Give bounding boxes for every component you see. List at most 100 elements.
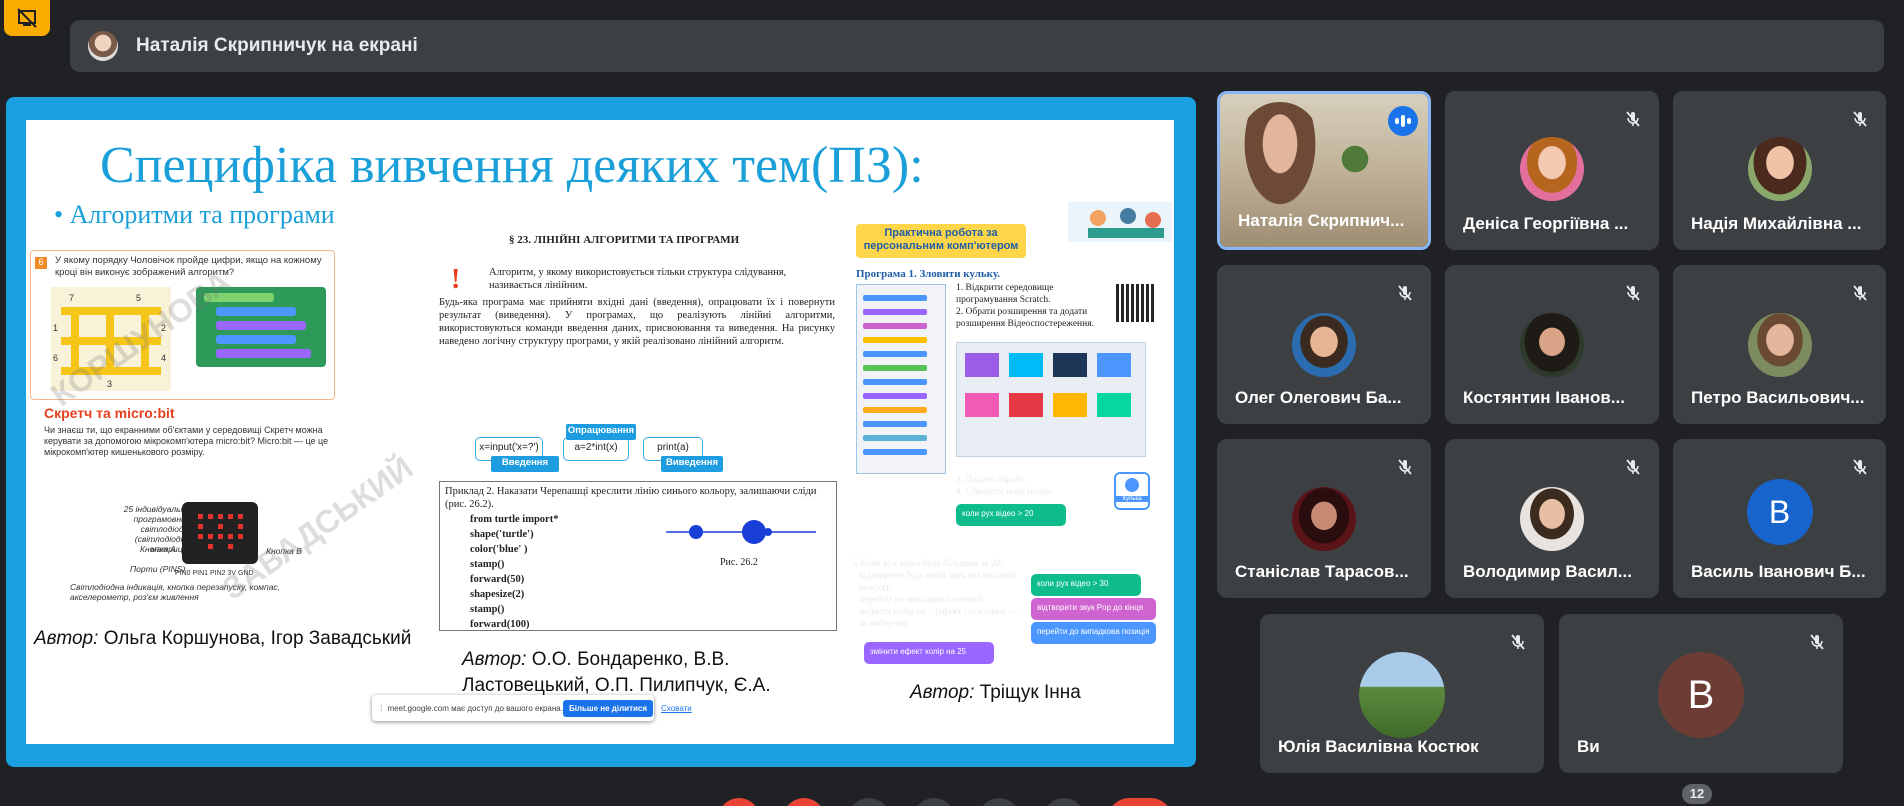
- code-line: shape('turtle'): [470, 529, 534, 540]
- textbook-page-2: § 23. ЛІНІЙНІ АЛГОРИТМИ ТА ПРОГРАМИ ! Ал…: [439, 234, 837, 631]
- participant-name: Олег Олегович Ба...: [1235, 388, 1402, 407]
- participant-name: Ви: [1577, 737, 1600, 756]
- participant-avatar: [1520, 313, 1584, 377]
- program-title: Програма 1. Зловити кульку.: [856, 268, 1001, 280]
- code-line: stamp(): [470, 604, 505, 615]
- participant-tile[interactable]: Станіслав Тарасов...: [1217, 439, 1431, 598]
- more-options-button[interactable]: [1043, 798, 1085, 806]
- practical-work-banner: Практична робота за персональним комп'ют…: [856, 224, 1026, 258]
- scratch-block-sound: відтворити звук Pop до кінця: [1031, 598, 1156, 620]
- mic-off-icon: [1619, 453, 1647, 481]
- flow-process-box: a=2*int(x): [563, 437, 629, 461]
- definition-text: Алгоритм, у якому використовується тільк…: [489, 267, 787, 291]
- scratch-screenshot: [856, 284, 946, 474]
- mic-off-icon: [1846, 453, 1874, 481]
- scratch-microbit-paragraph: Чи знаєш ти, що екранними об'єктами у се…: [44, 425, 329, 457]
- slide-bullet-text: Алгоритми та програми: [69, 200, 335, 229]
- button-a-label: Кнопка А: [140, 544, 176, 554]
- mic-off-icon: [1391, 453, 1419, 481]
- kids-illustration: [1068, 202, 1172, 242]
- participant-tile[interactable]: Юлія Василівна Костюк: [1260, 614, 1544, 773]
- code-line: forward(50): [470, 574, 525, 585]
- participant-tile[interactable]: Надія Михайлівна ...: [1673, 91, 1886, 250]
- steps-1-2: 1. Відкрити середовище програмування Scr…: [956, 283, 1094, 329]
- flow-input-tag: Введення: [491, 456, 559, 472]
- captions-button[interactable]: [848, 798, 890, 806]
- participant-name: Петро Васильович...: [1691, 388, 1865, 407]
- code-line: from turtle import*: [470, 514, 559, 525]
- qr-code: [1116, 284, 1154, 322]
- slide-title: Специфіка вивчення деяких тем(ПЗ):: [100, 137, 924, 194]
- participant-tile[interactable]: Петро Васильович...: [1673, 265, 1886, 424]
- participant-avatar: [1520, 137, 1584, 201]
- drag-handle-icon[interactable]: ⁞: [380, 703, 383, 713]
- maze-label: 1: [53, 323, 59, 333]
- participant-name: Юлія Василівна Костюк: [1278, 737, 1479, 756]
- author-3: Автор: Тріщук Інна: [910, 682, 1081, 703]
- participant-tile[interactable]: Олег Олегович Ба...: [1217, 265, 1431, 424]
- screen-share-popup: ⁞ meet.google.com має доступ до вашого е…: [372, 695, 692, 721]
- leave-call-button[interactable]: [1108, 798, 1172, 806]
- share-message: meet.google.com має доступ до вашого екр…: [387, 703, 563, 713]
- participant-tile[interactable]: Деніса Георгіївна ...: [1445, 91, 1659, 250]
- code-line: forward(100): [470, 619, 530, 630]
- sprite-thumbnail: Кулька: [1114, 472, 1150, 510]
- participant-tile-self[interactable]: В Ви: [1559, 614, 1843, 773]
- participant-avatar: [1292, 487, 1356, 551]
- speaking-indicator-icon: [1388, 106, 1418, 136]
- participant-name: Василь Іванович Б...: [1691, 562, 1866, 581]
- code-line: stamp(): [470, 559, 505, 570]
- participant-name: Деніса Георгіївна ...: [1463, 214, 1629, 233]
- stop-sharing-button[interactable]: Більше не ділитися: [562, 699, 654, 717]
- section-heading: § 23. ЛІНІЙНІ АЛГОРИТМИ ТА ПРОГРАМИ: [509, 234, 740, 246]
- hide-popup-link[interactable]: Сховати: [661, 704, 692, 713]
- task-question: У якому порядку Чоловічок пройде цифри, …: [55, 255, 322, 278]
- example-box: Приклад 2. Наказати Черепашці креслити л…: [439, 481, 837, 631]
- scratch-block-goto: перейти до випадкова позиція: [1031, 622, 1156, 644]
- slide-bullet: • Алгоритми та програми: [54, 200, 335, 229]
- raise-hand-button[interactable]: [913, 798, 955, 806]
- author-1: Автор: Ольга Коршунова, Ігор Завадський: [34, 628, 412, 649]
- participant-name: Станіслав Тарасов...: [1235, 562, 1409, 581]
- maze-label: 5: [136, 293, 142, 303]
- present-button[interactable]: [978, 798, 1020, 806]
- presenter-avatar: [88, 31, 118, 61]
- definition-icon: !: [451, 264, 461, 295]
- presentation-warning-badge[interactable]: [4, 0, 50, 36]
- scratch-block-effect: змінити ефект колір на 25: [864, 642, 994, 664]
- mic-off-icon: [1391, 279, 1419, 307]
- participant-name: Надія Михайлівна ...: [1691, 214, 1862, 233]
- figure-caption: Рис. 26.2: [720, 557, 758, 568]
- mic-off-icon: [1803, 628, 1831, 656]
- steps-3-4: 3. Додати спрайт. 4. Створити нову подію…: [956, 475, 1055, 497]
- participant-avatar: [1292, 313, 1356, 377]
- participant-avatar: [1747, 137, 1812, 201]
- maze-label: 7: [69, 293, 75, 303]
- screen-share-stage[interactable]: Специфіка вивчення деяких тем(ПЗ): • Алг…: [6, 97, 1196, 767]
- mic-off-icon: [1504, 628, 1532, 656]
- scratch-block-motion-30: коли рух відео > 30: [1031, 574, 1141, 596]
- mic-toggle-button[interactable]: [718, 798, 760, 806]
- participant-avatar: [1520, 487, 1584, 551]
- participant-tile[interactable]: Володимир Васил...: [1445, 439, 1659, 598]
- slide: Специфіка вивчення деяких тем(ПЗ): • Алг…: [26, 120, 1174, 744]
- camera-toggle-button[interactable]: [783, 798, 825, 806]
- turtle-figure: [666, 520, 816, 544]
- flow-process-tag: Опрацювання: [566, 424, 636, 440]
- participant-initial-avatar: В: [1746, 479, 1813, 545]
- mic-off-icon: [1619, 105, 1647, 133]
- mic-off-icon: [1846, 279, 1874, 307]
- presenter-banner: Наталія Скрипничук на екрані: [70, 20, 1884, 72]
- code-line: color('blue' ): [470, 544, 528, 555]
- mic-off-icon: [1619, 279, 1647, 307]
- participant-tile[interactable]: Костянтин Іванов...: [1445, 265, 1659, 424]
- self-initial-avatar: В: [1658, 652, 1744, 738]
- task-number: 6: [35, 257, 47, 269]
- participant-tile[interactable]: Наталія Скрипнич...: [1217, 91, 1431, 250]
- maze-label: 4: [161, 353, 167, 363]
- participant-name: Наталія Скрипнич...: [1238, 211, 1405, 230]
- body-text: Будь-яка програма має прийняти вхідні да…: [439, 297, 835, 347]
- participant-tile[interactable]: В Василь Іванович Б...: [1673, 439, 1886, 598]
- step-5: 5. Коли рух відео буде більшим за 20: ві…: [851, 559, 1018, 629]
- no-presenting-icon: [17, 8, 37, 28]
